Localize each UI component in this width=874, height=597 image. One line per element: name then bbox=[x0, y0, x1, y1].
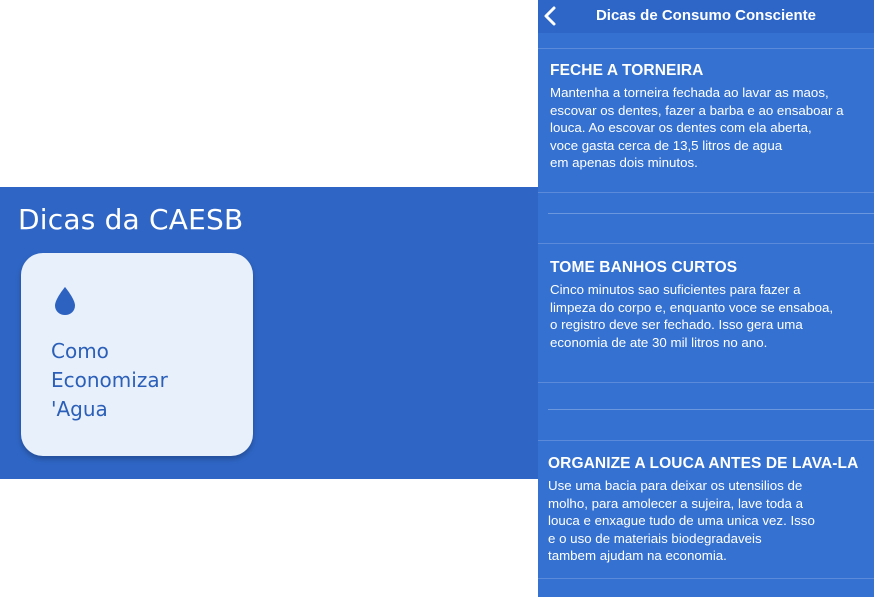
tip-title: ORGANIZE A LOUCA ANTES DE LAVA-LA bbox=[548, 455, 859, 472]
tip-line: louca e enxague tudo de uma unica vez. I… bbox=[548, 513, 815, 528]
divider bbox=[538, 382, 874, 383]
economizar-agua-tile[interactable]: Como Economizar 'Agua bbox=[21, 253, 253, 456]
tip-title: FECHE A TORNEIRA bbox=[550, 62, 704, 79]
tips-screen: Dicas de Consumo Consciente FECHE A TORN… bbox=[538, 0, 874, 597]
tip-card: TOME BANHOS CURTOS Cinco minutos sao suf… bbox=[550, 259, 874, 351]
tip-line: Mantenha a torneira fechada ao lavar as … bbox=[550, 85, 829, 100]
tip-line: louca. Ao escovar os dentes com ela aber… bbox=[550, 120, 812, 135]
tip-line: Cinco minutos sao suficientes para fazer… bbox=[550, 282, 801, 297]
tip-card: FECHE A TORNEIRA Mantenha a torneira fec… bbox=[550, 62, 874, 172]
tip-line: o registro deve ser fechado. Isso gera u… bbox=[550, 317, 803, 332]
divider bbox=[548, 213, 874, 214]
tip-line: molho, para amolecer a sujeira, lave tod… bbox=[548, 495, 803, 511]
tip-line: Use uma bacia para deixar os utensilios … bbox=[548, 478, 803, 493]
divider bbox=[538, 48, 874, 49]
tip-line: em apenas dois minutos. bbox=[550, 155, 698, 170]
divider bbox=[538, 243, 874, 244]
divider bbox=[538, 192, 874, 193]
tip-line: tambem ajudam na economia. bbox=[548, 548, 727, 563]
tip-line: limpeza do corpo e, enquanto voce se ens… bbox=[550, 299, 834, 315]
divider bbox=[538, 578, 874, 579]
tip-text: Mantenha a torneira fechada ao lavar as … bbox=[550, 84, 874, 172]
caesb-widget: Dicas da CAESB Como Economizar 'Agua bbox=[0, 187, 538, 479]
screen-title: Dicas de Consumo Consciente bbox=[595, 7, 817, 24]
tip-title: TOME BANHOS CURTOS bbox=[550, 259, 738, 276]
tip-card: ORGANIZE A LOUCA ANTES DE LAVA-LA Use um… bbox=[548, 455, 872, 565]
tip-line: voce gasta cerca de 13,5 litros de agua bbox=[550, 137, 783, 153]
water-drop-icon bbox=[55, 287, 75, 315]
tip-line: e o uso de materiais biodegradaveis bbox=[548, 530, 762, 546]
tip-text: Use uma bacia para deixar os utensilios … bbox=[548, 477, 872, 565]
tip-line: economia de ate 30 mil litros no ano. bbox=[550, 334, 768, 350]
top-bar: Dicas de Consumo Consciente bbox=[538, 0, 874, 33]
widget-title: Dicas da CAESB bbox=[18, 203, 244, 236]
tip-text: Cinco minutos sao suficientes para fazer… bbox=[550, 281, 874, 351]
tile-label: Como Economizar 'Agua bbox=[51, 339, 168, 421]
divider bbox=[548, 409, 874, 410]
tip-line: escovar os dentes, fazer a barba e ao en… bbox=[550, 102, 844, 118]
divider bbox=[538, 440, 874, 441]
